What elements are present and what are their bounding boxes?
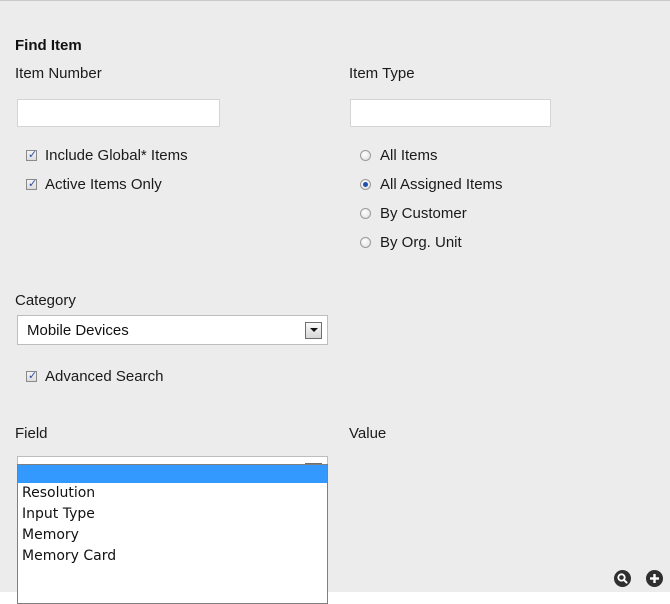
dropdown-option-resolution[interactable]: Resolution (18, 483, 327, 504)
form-title: Find Item (15, 37, 82, 54)
radio-by-customer[interactable]: By Customer (360, 205, 467, 222)
dropdown-option-input-type[interactable]: Input Type (18, 504, 327, 525)
include-global-items-checkbox[interactable]: ✓ Include Global* Items (26, 147, 188, 164)
item-type-label: Item Type (349, 65, 415, 82)
check-icon: ✓ (28, 148, 38, 161)
checkbox-box[interactable]: ✓ (26, 177, 38, 190)
dropdown-option-memory-card[interactable]: Memory Card (18, 546, 327, 567)
check-icon: ✓ (28, 369, 38, 382)
checkbox-label: Advanced Search (45, 368, 164, 385)
radio-label: All Items (380, 147, 438, 164)
search-icon (617, 573, 628, 584)
radio-by-org-unit[interactable]: By Org. Unit (360, 234, 462, 251)
field-label: Field (15, 425, 48, 442)
dropdown-arrow-button[interactable] (305, 321, 322, 339)
checkbox-box[interactable]: ✓ (26, 148, 38, 161)
item-type-input[interactable] (350, 99, 551, 127)
dropdown-option-blank[interactable] (18, 465, 327, 483)
category-label: Category (15, 292, 76, 309)
radio-button[interactable] (360, 237, 371, 248)
checkbox-label: Include Global* Items (45, 147, 188, 164)
find-item-panel: Find Item Item Number Item Type ✓ Includ… (0, 0, 670, 604)
chevron-down-icon (309, 328, 318, 332)
checkbox-label: Active Items Only (45, 176, 162, 193)
category-select[interactable]: Mobile Devices (17, 315, 328, 345)
radio-button[interactable] (360, 208, 371, 219)
active-items-only-checkbox[interactable]: ✓ Active Items Only (26, 176, 162, 193)
radio-button[interactable] (360, 150, 371, 161)
radio-label: By Customer (380, 205, 467, 222)
radio-label: By Org. Unit (380, 234, 462, 251)
item-number-label: Item Number (15, 65, 102, 82)
search-button[interactable] (614, 570, 631, 587)
item-number-input[interactable] (17, 99, 220, 127)
check-icon: ✓ (28, 177, 38, 190)
radio-button[interactable] (360, 179, 371, 190)
value-label: Value (349, 425, 387, 442)
checkbox-box[interactable]: ✓ (26, 369, 38, 382)
radio-all-assigned-items[interactable]: All Assigned Items (360, 176, 503, 193)
radio-all-items[interactable]: All Items (360, 147, 438, 164)
add-icon (650, 574, 659, 583)
category-selected-value: Mobile Devices (27, 321, 129, 339)
advanced-search-checkbox[interactable]: ✓ Advanced Search (26, 368, 163, 385)
dropdown-option-memory[interactable]: Memory (18, 525, 327, 546)
field-dropdown-list[interactable]: Resolution Input Type Memory Memory Card (17, 464, 328, 604)
radio-label: All Assigned Items (380, 176, 503, 193)
add-button[interactable] (646, 570, 663, 587)
